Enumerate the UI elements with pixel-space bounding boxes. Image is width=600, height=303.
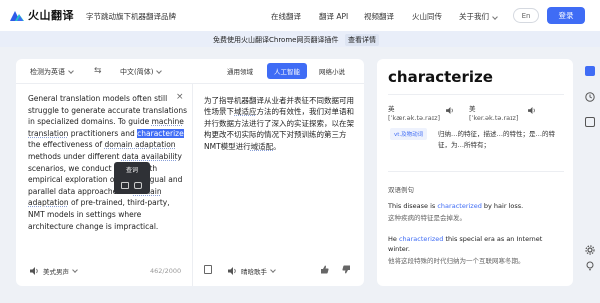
chevron-down-icon	[72, 267, 78, 273]
right-rail	[578, 59, 600, 286]
text-segment: ialized domains. To guide	[54, 117, 152, 127]
chevron-down-icon	[492, 14, 498, 20]
speaker-icon	[30, 267, 38, 275]
domain-tab-ai[interactable]: 人工智能	[267, 63, 307, 79]
example-translation: 这种疾病的特征是会掉发。	[388, 214, 466, 222]
domain-tab-web-novel[interactable]: 网络小说	[314, 63, 350, 79]
nav-translate-api[interactable]: 翻译 API	[319, 11, 348, 22]
example-text: He	[388, 235, 399, 243]
dictionary-word: characterize	[388, 68, 493, 86]
text-segment: the effectiveness of	[28, 140, 105, 150]
panel-divider	[192, 84, 193, 286]
text-segment: practitioners and	[68, 128, 138, 138]
example-keyword: characterized	[437, 202, 482, 210]
translate-panel: 检测为英语 ⇆ 中文(简体) 通用领域 人工智能 网络小说 General tr…	[16, 59, 364, 286]
thumbs-up-icon[interactable]	[320, 265, 329, 274]
chevron-down-icon	[270, 267, 276, 273]
term-highlight[interactable]: 域适配	[251, 142, 274, 151]
copy-icon[interactable]	[121, 182, 129, 189]
lookup-popup-label: 查词	[125, 167, 138, 174]
source-text-input[interactable]: General translation models often still s…	[28, 93, 188, 232]
lightbulb-icon[interactable]	[585, 261, 595, 271]
example-sentence: He characterized this special era as an …	[388, 235, 564, 254]
tagline: 字节跳动旗下机器翻译品牌	[86, 12, 176, 21]
term-highlight[interactable]: data availability	[122, 152, 182, 161]
login-button[interactable]: 登录	[547, 7, 585, 24]
target-voice-select[interactable]: 晴晗歌手	[228, 266, 276, 276]
top-header: 火山翻译 字节跳动旗下机器翻译品牌 在线翻译 翻译 API 视频翻译 火山同传 …	[0, 0, 600, 31]
part-of-speech-badge: vt.及物动词	[390, 128, 428, 140]
source-voice-label: 美式男声	[43, 268, 69, 276]
nav-online-translate[interactable]: 在线翻译	[271, 11, 301, 22]
chevron-down-icon	[156, 68, 163, 74]
banner-text: 免费使用火山翻译Chrome网页翻译插件	[213, 36, 339, 44]
selected-word[interactable]: characterize	[137, 128, 184, 138]
nav-about-us-label: 关于我们	[459, 12, 489, 21]
domain-tab-general[interactable]: 通用领域	[223, 63, 257, 79]
dictionary-panel: characterize 英 [ˈkær.ək.tə.raɪz] 美 [ˈker…	[377, 59, 573, 286]
language-switch-button[interactable]: En	[513, 8, 539, 23]
nav-simultaneous[interactable]: 火山同传	[412, 11, 442, 22]
examples-title: 双语例句	[388, 186, 414, 194]
char-counter: 462/2000	[150, 267, 182, 275]
example-keyword: characterized	[398, 235, 444, 243]
text-segment: 。	[273, 141, 281, 151]
example-text: by hair loss.	[481, 202, 524, 210]
source-language-select[interactable]: 检测为英语	[30, 67, 74, 77]
promo-banner: 免费使用火山翻译Chrome网页翻译插件 查看详情	[0, 31, 600, 47]
chevron-down-icon	[68, 68, 74, 74]
source-language-label: 检测为英语	[30, 68, 65, 76]
target-voice-label: 晴晗歌手	[241, 268, 267, 276]
dictionary-tab-icon[interactable]	[585, 66, 595, 76]
volcano-logo-icon	[10, 11, 24, 21]
banner-details-link[interactable]: 查看详情	[345, 34, 379, 46]
text-segment: methods under different	[28, 151, 122, 161]
logo[interactable]: 火山翻译	[9, 7, 74, 23]
clear-text-icon[interactable]: ×	[176, 92, 184, 102]
translate-toolbar: 检测为英语 ⇆ 中文(简体) 通用领域 人工智能 网络小说	[16, 59, 364, 84]
thumbs-down-icon[interactable]	[342, 265, 351, 274]
uk-pronounce-icon[interactable]	[446, 107, 454, 114]
bookmark-icon[interactable]	[585, 117, 595, 127]
divider	[388, 171, 564, 172]
us-phonetic: [ˈker.ək.tə.raɪz]	[469, 114, 519, 122]
target-language-select[interactable]: 中文(简体)	[120, 67, 163, 77]
us-pronounce-icon[interactable]	[528, 107, 536, 114]
us-label: 美	[469, 105, 476, 113]
term-highlight[interactable]: domain adaptation	[104, 140, 175, 149]
definition-text: 归纳…的特征，描述…的特性；是…的特征，为…所特有；	[438, 130, 555, 149]
divider	[388, 94, 564, 95]
speaker-icon	[228, 267, 236, 275]
history-icon[interactable]	[585, 92, 595, 102]
swap-languages-icon[interactable]: ⇆	[94, 66, 102, 76]
camera-icon[interactable]	[134, 182, 142, 189]
target-language-label: 中文(简体)	[120, 68, 154, 76]
term-highlight[interactable]: 域适应	[234, 107, 257, 116]
logo-text: 火山翻译	[28, 9, 74, 22]
uk-phonetic: [ˈkær.ək.tə.raɪz]	[388, 114, 441, 122]
nav-about-us[interactable]: 关于我们	[459, 11, 498, 22]
example-text: This disease is	[388, 202, 438, 210]
nav-video-translate[interactable]: 视频翻译	[364, 11, 394, 22]
target-text-output: 为了指导机器翻译从业者并表征不同数据可用性场景下域适应方法的有效性，我们对单语和…	[204, 95, 360, 152]
lookup-popup: 查词	[114, 162, 150, 194]
example-translation: 他将这段特殊的时代归纳为一个互联网寒冬期。	[388, 257, 525, 265]
copy-translation-icon[interactable]	[204, 265, 212, 274]
example-sentence: This disease is characterized by hair lo…	[388, 202, 564, 212]
gear-icon[interactable]	[585, 245, 595, 255]
uk-label: 英	[388, 105, 395, 113]
source-voice-select[interactable]: 美式男声	[30, 266, 78, 276]
